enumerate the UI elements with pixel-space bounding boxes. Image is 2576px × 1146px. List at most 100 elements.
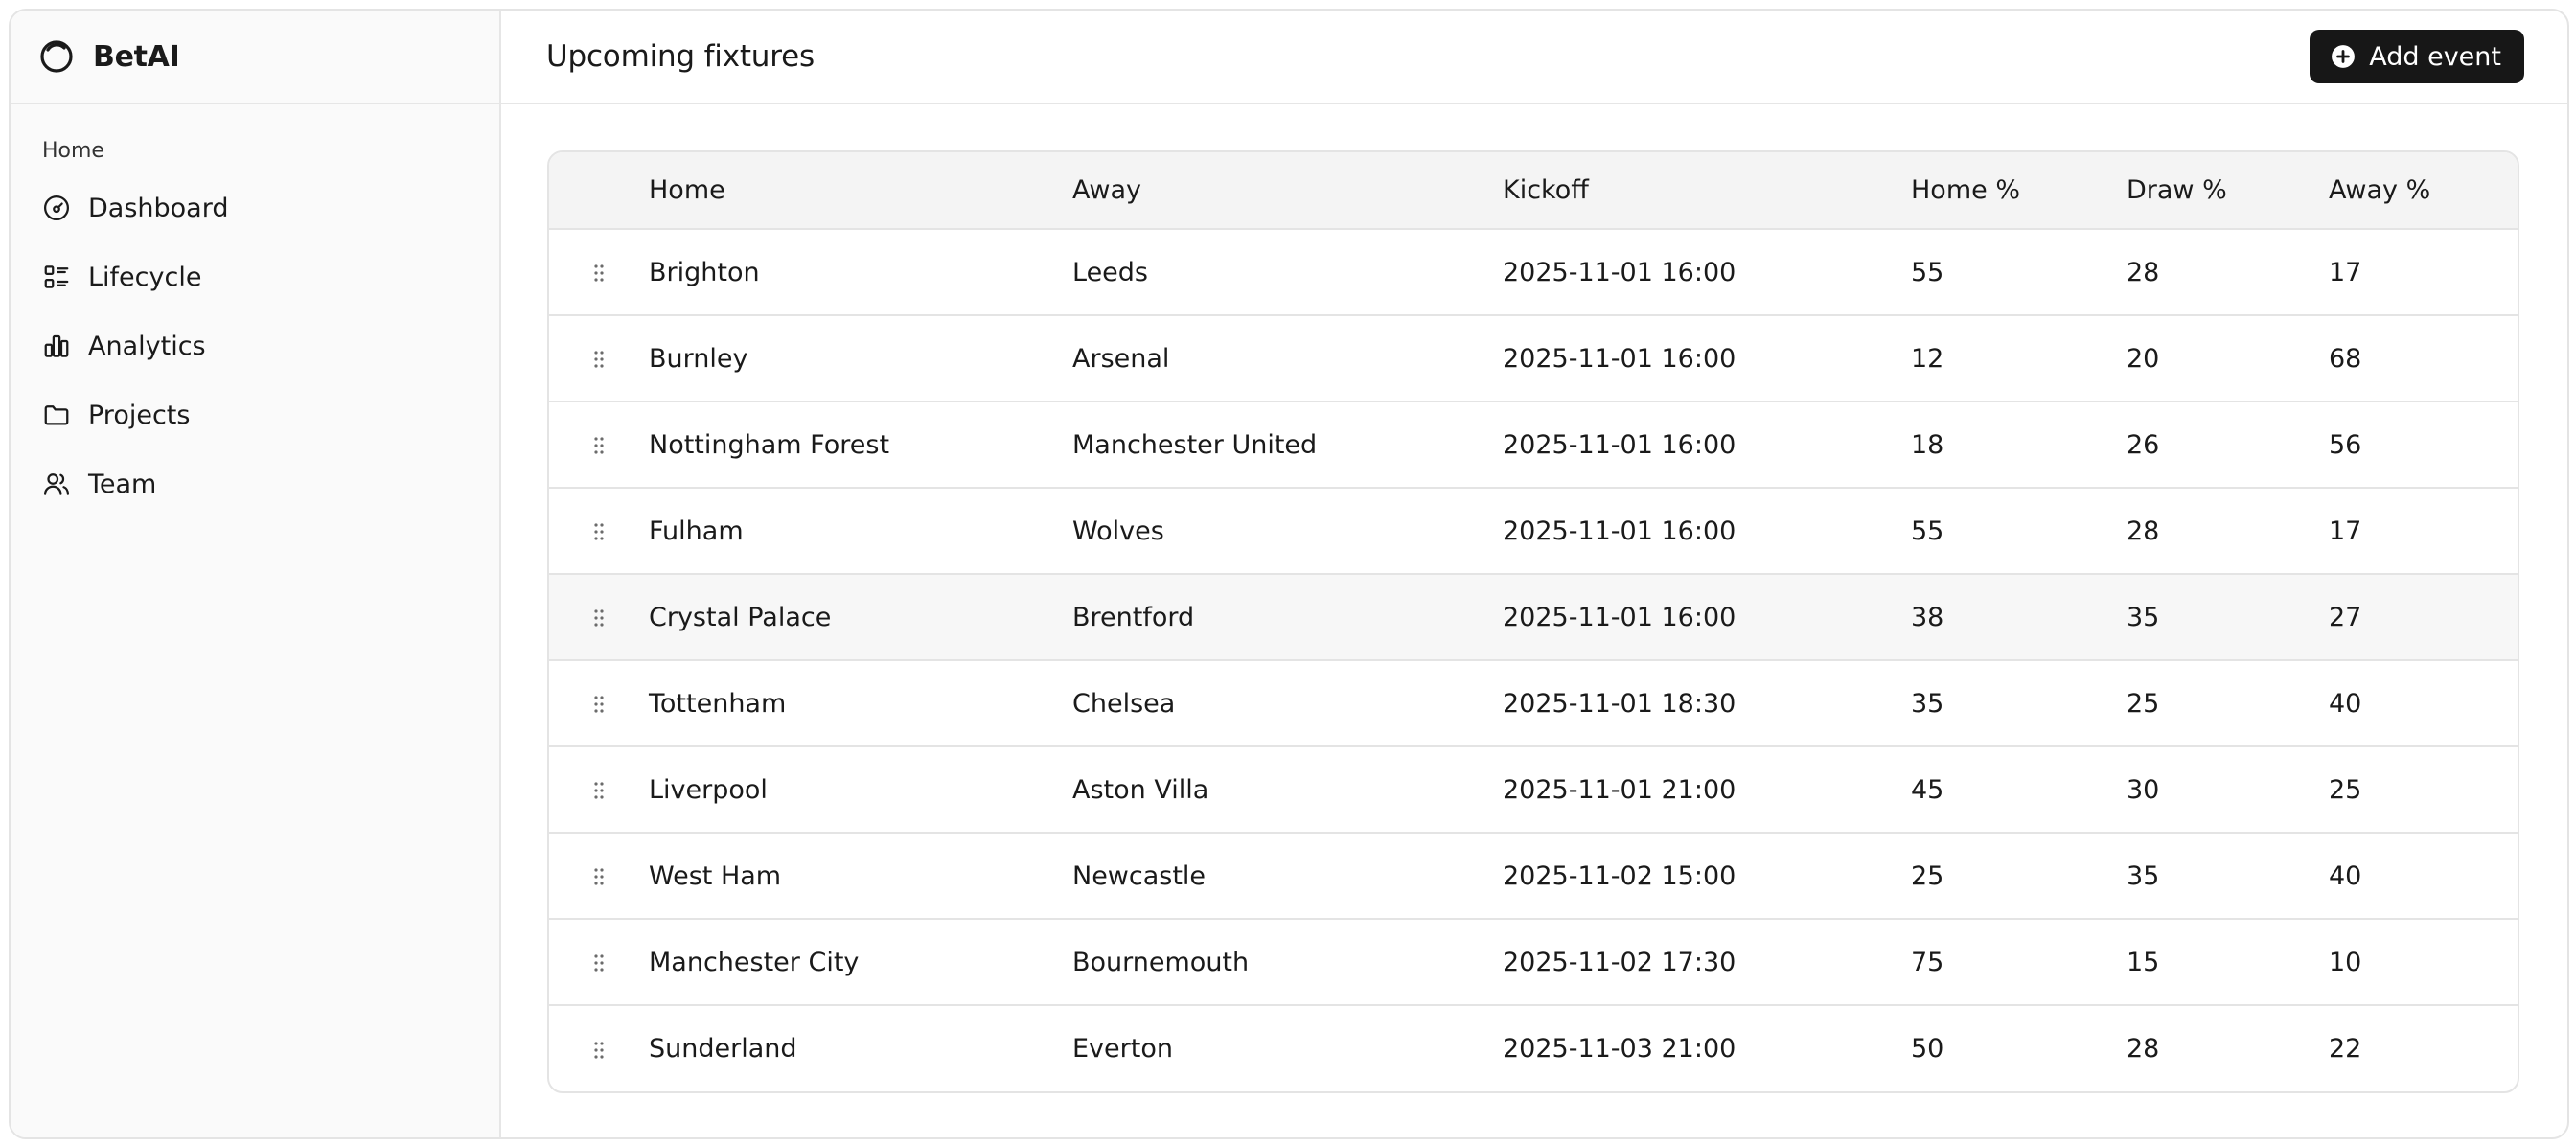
column-header-home-pct[interactable]: Home % <box>1911 152 2127 230</box>
sidebar-item-label: Dashboard <box>88 193 229 223</box>
drag-handle-icon[interactable] <box>593 1041 605 1060</box>
cell-away-pct: 22 <box>2329 1034 2362 1064</box>
cell-home-team: Fulham <box>649 488 1072 575</box>
table-row[interactable]: Liverpool Aston Villa 2025-11-01 21:00 4… <box>549 746 2518 834</box>
table-row[interactable]: West Ham Newcastle 2025-11-02 15:00 25 3… <box>549 833 2518 920</box>
cell-away-pct: 56 <box>2329 401 2518 489</box>
cell-draw-pct: 35 <box>2127 574 2329 661</box>
sidebar-item-label: Projects <box>88 400 191 430</box>
cell-kickoff: 2025-11-01 16:00 <box>1503 401 1911 489</box>
gauge-icon <box>42 194 71 222</box>
cell-kickoff: 2025-11-02 15:00 <box>1503 833 1911 920</box>
table-row[interactable]: Brighton Leeds 2025-11-01 16:00 55 28 17 <box>549 229 2518 316</box>
sidebar-item-lifecycle[interactable]: Lifecycle <box>24 242 486 311</box>
drag-handle-icon[interactable] <box>593 781 605 800</box>
drag-handle-icon[interactable] <box>593 867 605 886</box>
cell-draw-pct: 28 <box>2127 1034 2160 1064</box>
cell-away-team: Everton <box>1072 1034 1173 1064</box>
sidebar: BetAI Home Dashboard Lifecycle Analytics… <box>11 11 501 1137</box>
sidebar-item-analytics[interactable]: Analytics <box>24 311 486 380</box>
cell-home-team: Sunderland <box>649 1034 797 1064</box>
cell-home-pct: 50 <box>1911 1034 1944 1064</box>
main-content: Upcoming fixtures Add event Home Away Ki… <box>501 11 2567 1137</box>
cell-home-team: Brighton <box>649 229 1072 316</box>
cell-away-team: Newcastle <box>1072 833 1503 920</box>
app-window: BetAI Home Dashboard Lifecycle Analytics… <box>9 9 2569 1139</box>
table-row[interactable]: Manchester City Bournemouth 2025-11-02 1… <box>549 919 2518 1006</box>
add-event-label: Add event <box>2369 41 2501 72</box>
cell-away-team: Bournemouth <box>1072 919 1503 1006</box>
cell-draw-pct: 30 <box>2127 746 2329 834</box>
cell-draw-pct: 35 <box>2127 833 2329 920</box>
cell-draw-pct: 20 <box>2127 315 2329 402</box>
drag-handle-icon[interactable] <box>593 350 605 369</box>
page-header: Upcoming fixtures Add event <box>501 11 2567 104</box>
drag-handle-icon[interactable] <box>593 522 605 541</box>
cell-away-pct: 17 <box>2329 488 2518 575</box>
cell-home-team: Burnley <box>649 315 1072 402</box>
cell-draw-pct: 25 <box>2127 660 2329 747</box>
cell-kickoff: 2025-11-01 16:00 <box>1503 574 1911 661</box>
table-row[interactable]: Tottenham Chelsea 2025-11-01 18:30 35 25… <box>549 660 2518 747</box>
cell-kickoff: 2025-11-01 16:00 <box>1503 229 1911 316</box>
cell-away-team: Wolves <box>1072 488 1503 575</box>
sidebar-item-projects[interactable]: Projects <box>24 380 486 449</box>
table-row[interactable]: Burnley Arsenal 2025-11-01 16:00 12 20 6… <box>549 315 2518 402</box>
drag-handle-icon[interactable] <box>593 695 605 714</box>
cell-kickoff: 2025-11-01 18:30 <box>1503 660 1911 747</box>
cell-away-team: Chelsea <box>1072 660 1503 747</box>
cell-home-pct: 55 <box>1911 229 2127 316</box>
table-row[interactable]: Sunderland Everton 2025-11-03 21:00 50 2… <box>549 1005 2518 1091</box>
cell-kickoff: 2025-11-01 21:00 <box>1503 746 1911 834</box>
cell-away-pct: 40 <box>2329 660 2518 747</box>
cell-home-pct: 55 <box>1911 488 2127 575</box>
table-row[interactable]: Nottingham Forest Manchester United 2025… <box>549 401 2518 489</box>
cell-away-team: Manchester United <box>1072 401 1503 489</box>
column-header-away-pct[interactable]: Away % <box>2329 152 2518 230</box>
cell-away-team: Leeds <box>1072 229 1503 316</box>
fixtures-table: Home Away Kickoff Home % Draw % Away % B… <box>547 150 2519 1093</box>
cell-away-pct: 27 <box>2329 574 2518 661</box>
column-header-kickoff[interactable]: Kickoff <box>1503 152 1911 230</box>
cell-home-pct: 75 <box>1911 919 2127 1006</box>
cell-away-pct: 68 <box>2329 315 2518 402</box>
cell-away-pct: 10 <box>2329 919 2518 1006</box>
column-header-draw-pct[interactable]: Draw % <box>2127 152 2329 230</box>
cell-kickoff: 2025-11-01 16:00 <box>1503 488 1911 575</box>
brand[interactable]: BetAI <box>11 11 499 104</box>
drag-handle-icon[interactable] <box>593 953 605 973</box>
cell-away-team: Aston Villa <box>1072 746 1503 834</box>
drag-handle-icon[interactable] <box>593 264 605 283</box>
cell-home-team: Liverpool <box>649 746 1072 834</box>
cell-away-team: Arsenal <box>1072 315 1503 402</box>
cell-home-pct: 38 <box>1911 574 2127 661</box>
add-event-button[interactable]: Add event <box>2310 30 2524 83</box>
table-row[interactable]: Fulham Wolves 2025-11-01 16:00 55 28 17 <box>549 488 2518 575</box>
cell-home-pct: 12 <box>1911 315 2127 402</box>
sidebar-nav: Dashboard Lifecycle Analytics Projects T… <box>11 173 499 518</box>
sidebar-item-label: Lifecycle <box>88 262 202 292</box>
sidebar-item-dashboard[interactable]: Dashboard <box>24 173 486 242</box>
drag-handle-icon[interactable] <box>593 436 605 455</box>
drag-handle-icon[interactable] <box>593 608 605 628</box>
cell-kickoff: 2025-11-01 16:00 <box>1503 315 1911 402</box>
table-header-row: Home Away Kickoff Home % Draw % Away % <box>549 152 2518 230</box>
list-checks-icon <box>42 263 71 291</box>
cell-home-team: West Ham <box>649 833 1072 920</box>
page-title: Upcoming fixtures <box>546 39 815 74</box>
cell-away-pct: 17 <box>2329 229 2518 316</box>
sidebar-item-team[interactable]: Team <box>24 449 486 518</box>
cell-away-team: Brentford <box>1072 574 1503 661</box>
bar-chart-icon <box>42 332 71 360</box>
column-header-drag <box>549 152 649 230</box>
column-header-away[interactable]: Away <box>1072 152 1503 230</box>
plus-circle-icon <box>2331 44 2356 69</box>
table-row[interactable]: Crystal Palace Brentford 2025-11-01 16:0… <box>549 574 2518 661</box>
cell-home-team: Tottenham <box>649 660 1072 747</box>
nav-group-label: Home <box>42 139 104 163</box>
column-header-home[interactable]: Home <box>649 152 1072 230</box>
cell-kickoff: 2025-11-02 17:30 <box>1503 919 1911 1006</box>
cell-draw-pct: 28 <box>2127 488 2329 575</box>
cell-home-pct: 18 <box>1911 401 2127 489</box>
table-body: Brighton Leeds 2025-11-01 16:00 55 28 17… <box>549 229 2518 1091</box>
